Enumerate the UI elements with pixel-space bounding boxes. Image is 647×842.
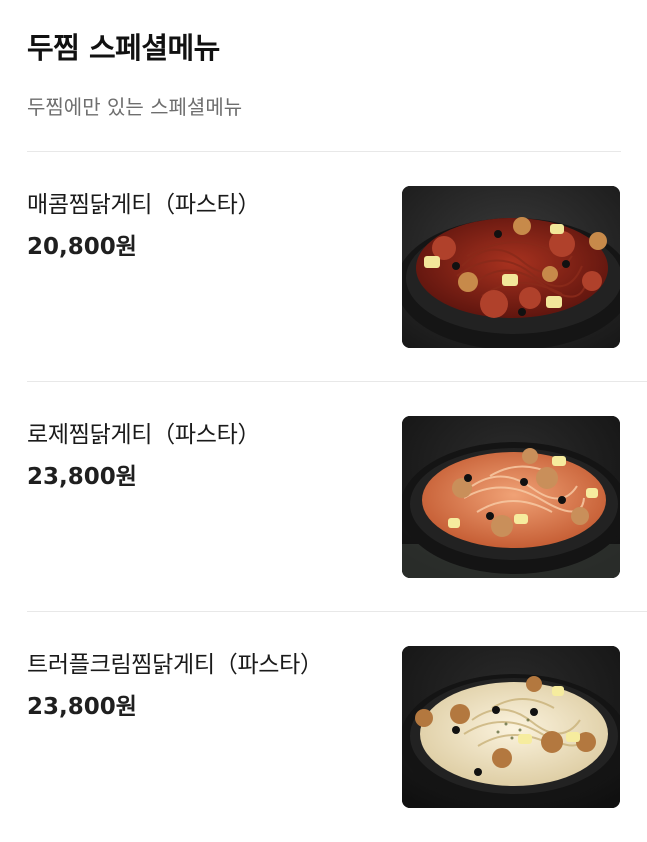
menu-item-rose-pasta[interactable]: 로제찜닭게티（파스타） 23,800원 xyxy=(0,382,647,612)
truffle-cream-pasta-dish-photo[interactable] xyxy=(402,646,620,808)
menu-item-truffle-cream-pasta[interactable]: 트러플크림찜닭게티（파스타） 23,800원 xyxy=(0,612,647,842)
section-title: 두찜 스페셜메뉴 xyxy=(27,31,220,65)
section-header: 두찜 스페셜메뉴 두찜에만 있는 스페셜메뉴 xyxy=(27,26,621,122)
menu-item-price: 20,800원 xyxy=(27,234,137,260)
menu-list: 매콤찜닭게티（파스타） 20,800원 로제찜닭게티（파스타） 23,800원 … xyxy=(0,152,647,842)
menu-item-name: 트러플크림찜닭게티（파스타） xyxy=(27,652,323,678)
spicy-pasta-dish-photo[interactable] xyxy=(402,186,620,348)
menu-item-price: 23,800원 xyxy=(27,694,137,720)
menu-item-spicy-pasta[interactable]: 매콤찜닭게티（파스타） 20,800원 xyxy=(0,152,647,382)
menu-item-name: 로제찜닭게티（파스타） xyxy=(27,422,261,448)
section-subtitle: 두찜에만 있는 스페셜메뉴 xyxy=(27,95,243,119)
menu-item-name: 매콤찜닭게티（파스타） xyxy=(27,192,261,218)
rose-pasta-dish-photo[interactable] xyxy=(402,416,620,578)
menu-item-price: 23,800원 xyxy=(27,464,137,490)
